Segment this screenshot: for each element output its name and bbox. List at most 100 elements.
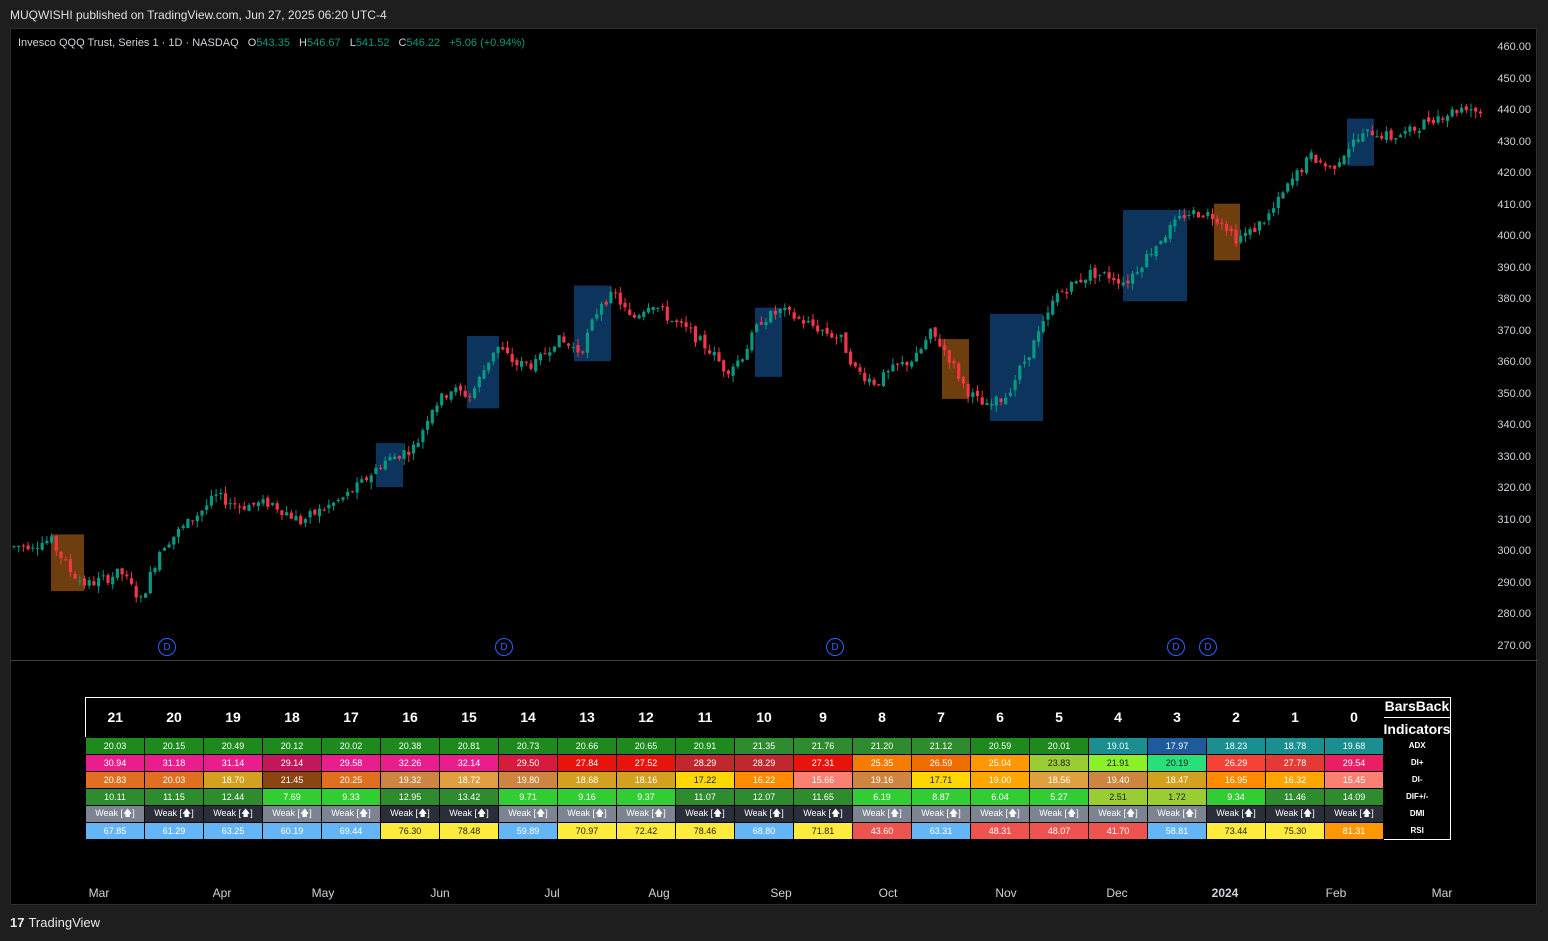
- indicator-cell: 17.97: [1147, 736, 1207, 755]
- indicator-cell: 20.73: [498, 736, 558, 755]
- candle-body: [891, 364, 895, 372]
- candle-body: [252, 502, 256, 505]
- barsback-cell: 12: [616, 697, 676, 737]
- candle-body: [872, 379, 876, 385]
- chart-frame[interactable]: Invesco QQQ Trust, Series 1 · 1D · NASDA…: [10, 28, 1538, 905]
- time-tick: 2024: [1211, 886, 1239, 900]
- candle-body: [1389, 130, 1393, 140]
- candle-body: [726, 370, 730, 375]
- candle-body: [369, 475, 373, 483]
- candle-body: [350, 491, 354, 493]
- indicator-cell: 18.70: [203, 770, 263, 789]
- publisher-text: MUQWISHI published on TradingView.com, J…: [10, 8, 387, 22]
- candle-body: [769, 310, 773, 323]
- barsback-cell: 16: [380, 697, 440, 737]
- candle-body: [139, 596, 143, 598]
- candle-body: [1225, 224, 1229, 231]
- candle-body: [1239, 235, 1243, 243]
- price-tick: 450.00: [1497, 72, 1531, 85]
- indicator-cell: 20.38: [380, 736, 440, 755]
- candle-body: [670, 321, 674, 323]
- candle-body: [430, 409, 434, 424]
- dividend-marker[interactable]: D: [1199, 638, 1217, 656]
- candle-body: [1163, 237, 1168, 243]
- candle-body: [1417, 131, 1421, 133]
- indicator-cell: 41.70: [1088, 821, 1148, 840]
- candle-body: [1022, 361, 1027, 364]
- indicator-cell: 27.31: [793, 753, 853, 772]
- candle-body: [947, 350, 951, 363]
- candle-body: [1262, 222, 1266, 224]
- candle-body: [1281, 192, 1285, 199]
- candle-body: [144, 593, 148, 598]
- high-value: 546.67: [306, 37, 341, 49]
- indicator-cell: Weak [🡅]: [321, 804, 381, 823]
- price-tick: 380.00: [1497, 293, 1531, 305]
- candle-body: [961, 376, 965, 384]
- price-tick: 440.00: [1497, 104, 1531, 116]
- candle-body: [270, 503, 275, 505]
- indicator-cell: 23.83: [1029, 753, 1089, 772]
- candle-body: [435, 405, 439, 413]
- tradingview-logo[interactable]: 17 TradingView: [10, 915, 100, 930]
- candle-body: [1126, 280, 1130, 284]
- indicator-cell: Weak [🡅]: [557, 804, 617, 823]
- candle-body: [943, 345, 947, 351]
- indicator-cell: Weak [🡅]: [970, 804, 1030, 823]
- candle-body: [40, 542, 44, 550]
- candle-body: [712, 352, 716, 356]
- candle-body: [78, 580, 82, 582]
- price-tick: 390.00: [1497, 261, 1531, 274]
- indicator-cell: Weak [🡅]: [380, 804, 440, 823]
- barsback-cell: 11: [675, 697, 735, 737]
- candle-body: [1074, 281, 1078, 284]
- candle-body: [764, 322, 768, 326]
- indicator-cell: 19.01: [1088, 736, 1148, 755]
- indicator-cell: 73.44: [1206, 821, 1266, 840]
- candle-body: [1427, 117, 1431, 122]
- candle-body: [1272, 208, 1276, 213]
- indicator-cell: 20.83: [85, 770, 145, 789]
- barsback-cell: 6: [970, 697, 1030, 737]
- candle-body: [1060, 291, 1064, 293]
- indicator-cell: 19.40: [1088, 770, 1148, 789]
- candle-body: [332, 502, 336, 506]
- indicator-cell: 20.03: [85, 736, 145, 755]
- price-chart[interactable]: [11, 29, 1538, 660]
- indicator-cell: 31.14: [203, 753, 263, 772]
- candle-body: [1201, 215, 1205, 218]
- indicator-cell: Weak [🡅]: [793, 804, 853, 823]
- candle-body: [933, 327, 937, 337]
- candle-body: [162, 548, 166, 551]
- tradingview-brand: TradingView: [28, 915, 101, 930]
- indicator-cell: 20.19: [1147, 753, 1207, 772]
- candle-body: [1084, 279, 1088, 284]
- candle-body: [858, 367, 862, 372]
- candle-body: [820, 329, 824, 331]
- dividend-marker[interactable]: D: [1167, 638, 1185, 656]
- candle-body: [538, 353, 542, 361]
- candle-body: [285, 512, 289, 516]
- candle-body: [1474, 107, 1478, 112]
- indicator-cell: Weak [🡅]: [439, 804, 499, 823]
- indicator-cell: 12.07: [734, 787, 794, 806]
- dividend-marker[interactable]: D: [826, 638, 844, 656]
- candle-body: [214, 494, 218, 496]
- indicator-cell: 20.49: [203, 736, 263, 755]
- indicator-cell: 25.04: [970, 753, 1030, 772]
- indicator-cell: Weak [🡅]: [1147, 804, 1207, 823]
- candle-body: [473, 388, 477, 399]
- candle-body: [980, 397, 984, 405]
- candle-body: [186, 518, 190, 528]
- dividend-marker[interactable]: D: [158, 638, 176, 656]
- candle-body: [205, 505, 209, 510]
- indicator-label: DI-: [1383, 771, 1451, 788]
- indicator-cell: 26.59: [911, 753, 971, 772]
- indicator-cell: 19.68: [1324, 736, 1384, 755]
- pane-divider[interactable]: [11, 660, 1538, 661]
- candle-body: [341, 497, 345, 500]
- candle-body: [632, 314, 636, 318]
- candle-body: [1375, 136, 1379, 138]
- candle-body: [1342, 155, 1346, 165]
- dividend-marker[interactable]: D: [495, 638, 513, 656]
